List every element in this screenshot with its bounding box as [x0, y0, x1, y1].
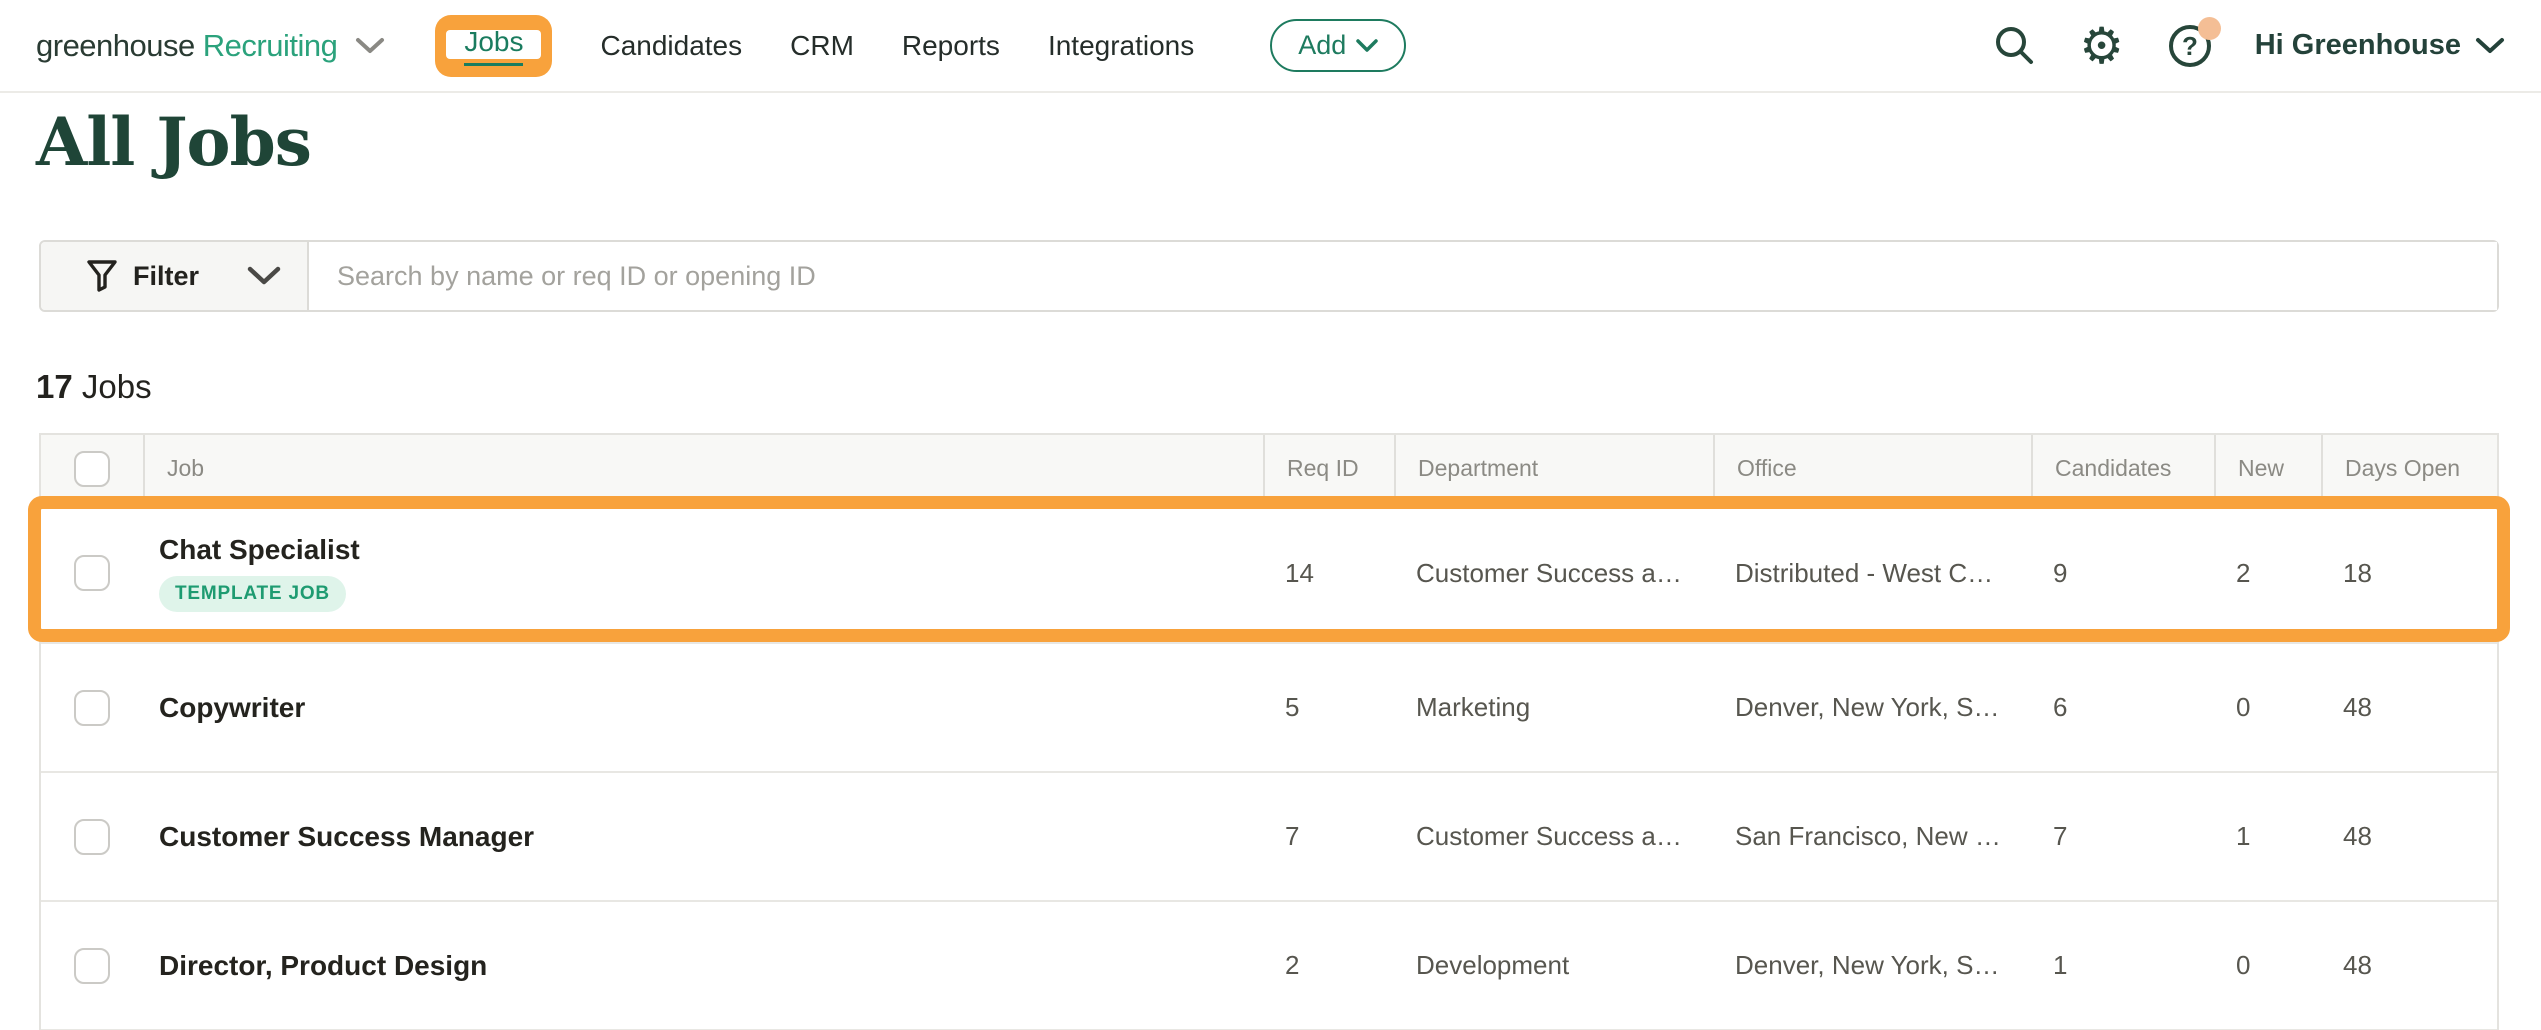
table-row[interactable]: Customer Success Manager 7 Customer Succ…	[41, 773, 2497, 902]
jobs-count: 17 Jobs	[36, 368, 152, 406]
nav-item-jobs[interactable]: Jobs	[464, 26, 523, 66]
jobs-count-number: 17	[36, 368, 73, 405]
new-cell: 1	[2214, 821, 2321, 852]
column-header-new[interactable]: New	[2214, 435, 2321, 502]
page-title: All Jobs	[36, 103, 311, 181]
days-open-cell: 18	[2321, 558, 2497, 589]
row-checkbox[interactable]	[74, 690, 110, 726]
req-id-cell: 7	[1263, 821, 1394, 852]
filter-search-bar: Filter	[39, 240, 2499, 312]
new-cell: 2	[2214, 558, 2321, 589]
jobs-count-label: Jobs	[82, 368, 152, 405]
filter-button[interactable]: Filter	[41, 242, 309, 310]
nav-right-cluster: ⚙ ? Hi Greenhouse	[1991, 23, 2505, 69]
gear-icon[interactable]: ⚙	[2079, 23, 2125, 69]
job-title-link[interactable]: Customer Success Manager	[159, 821, 1263, 853]
department-cell: Development	[1394, 950, 1713, 981]
chevron-down-icon	[2475, 37, 2505, 55]
jobs-search-input[interactable]	[309, 242, 2497, 310]
user-name: Hi Greenhouse	[2255, 29, 2461, 62]
column-header-candidates[interactable]: Candidates	[2031, 435, 2214, 502]
job-title-link[interactable]: Copywriter	[159, 692, 1263, 724]
template-job-badge: TEMPLATE JOB	[159, 576, 346, 612]
department-cell: Marketing	[1394, 692, 1713, 723]
department-cell: Customer Success a…	[1394, 558, 1713, 589]
office-cell: San Francisco, New …	[1713, 821, 2031, 852]
add-button[interactable]: Add	[1270, 19, 1406, 72]
filter-label: Filter	[133, 261, 199, 292]
days-open-cell: 48	[2321, 821, 2497, 852]
column-header-days-open[interactable]: Days Open	[2321, 435, 2497, 502]
candidates-cell: 7	[2031, 821, 2214, 852]
department-cell: Customer Success a…	[1394, 821, 1713, 852]
svg-text:?: ?	[2182, 31, 2198, 61]
greenhouse-logo[interactable]: greenhouse Recruiting	[36, 28, 385, 64]
column-header-office[interactable]: Office	[1713, 435, 2031, 502]
table-row[interactable]: Chat Specialist TEMPLATE JOB 14 Customer…	[41, 504, 2497, 644]
req-id-cell: 5	[1263, 692, 1394, 723]
candidates-cell: 9	[2031, 558, 2214, 589]
column-header-req-id[interactable]: Req ID	[1263, 435, 1394, 502]
primary-nav: Jobs Candidates CRM Reports Integrations	[435, 15, 1194, 77]
table-row[interactable]: Copywriter 5 Marketing Denver, New York,…	[41, 644, 2497, 773]
chevron-down-icon[interactable]	[355, 37, 385, 55]
nav-item-reports[interactable]: Reports	[902, 30, 1000, 62]
office-cell: Denver, New York, S…	[1713, 692, 2031, 723]
add-button-label: Add	[1298, 30, 1346, 61]
row-checkbox[interactable]	[74, 555, 110, 591]
top-nav: greenhouse Recruiting Jobs Candidates CR…	[0, 0, 2541, 93]
candidates-cell: 1	[2031, 950, 2214, 981]
req-id-cell: 2	[1263, 950, 1394, 981]
chevron-down-icon	[1356, 39, 1378, 53]
days-open-cell: 48	[2321, 692, 2497, 723]
jobs-tab-highlight-annotation: Jobs	[435, 15, 552, 77]
job-title-link[interactable]: Chat Specialist	[159, 534, 1263, 566]
select-all-checkbox[interactable]	[74, 451, 110, 487]
candidates-cell: 6	[2031, 692, 2214, 723]
notification-dot	[2198, 17, 2221, 40]
req-id-cell: 14	[1263, 558, 1394, 589]
nav-item-integrations[interactable]: Integrations	[1048, 30, 1194, 62]
search-icon[interactable]	[1991, 23, 2037, 69]
table-header-row: Job Req ID Department Office Candidates …	[41, 435, 2497, 504]
column-header-department[interactable]: Department	[1394, 435, 1713, 502]
jobs-tab-highlight-inner: Jobs	[446, 30, 541, 59]
row-checkbox[interactable]	[74, 819, 110, 855]
search-box	[309, 242, 2497, 310]
office-cell: Distributed - West C…	[1713, 558, 2031, 589]
table-row[interactable]: Director, Product Design 2 Development D…	[41, 902, 2497, 1030]
logo-brand-text: greenhouse	[36, 28, 195, 64]
funnel-icon	[87, 260, 117, 292]
nav-item-candidates[interactable]: Candidates	[600, 30, 742, 62]
column-header-job[interactable]: Job	[143, 435, 1263, 502]
nav-item-crm[interactable]: CRM	[790, 30, 854, 62]
chevron-down-icon	[247, 266, 281, 286]
days-open-cell: 48	[2321, 950, 2497, 981]
new-cell: 0	[2214, 950, 2321, 981]
office-cell: Denver, New York, S…	[1713, 950, 2031, 981]
logo-product-text: Recruiting	[203, 28, 338, 64]
new-cell: 0	[2214, 692, 2321, 723]
help-icon[interactable]: ?	[2167, 23, 2213, 69]
all-jobs-page: greenhouse Recruiting Jobs Candidates CR…	[0, 0, 2541, 1030]
select-all-cell	[41, 435, 143, 502]
job-title-link[interactable]: Director, Product Design	[159, 950, 1263, 982]
row-checkbox[interactable]	[74, 948, 110, 984]
jobs-table: Job Req ID Department Office Candidates …	[39, 433, 2499, 1030]
user-menu[interactable]: Hi Greenhouse	[2255, 29, 2505, 62]
